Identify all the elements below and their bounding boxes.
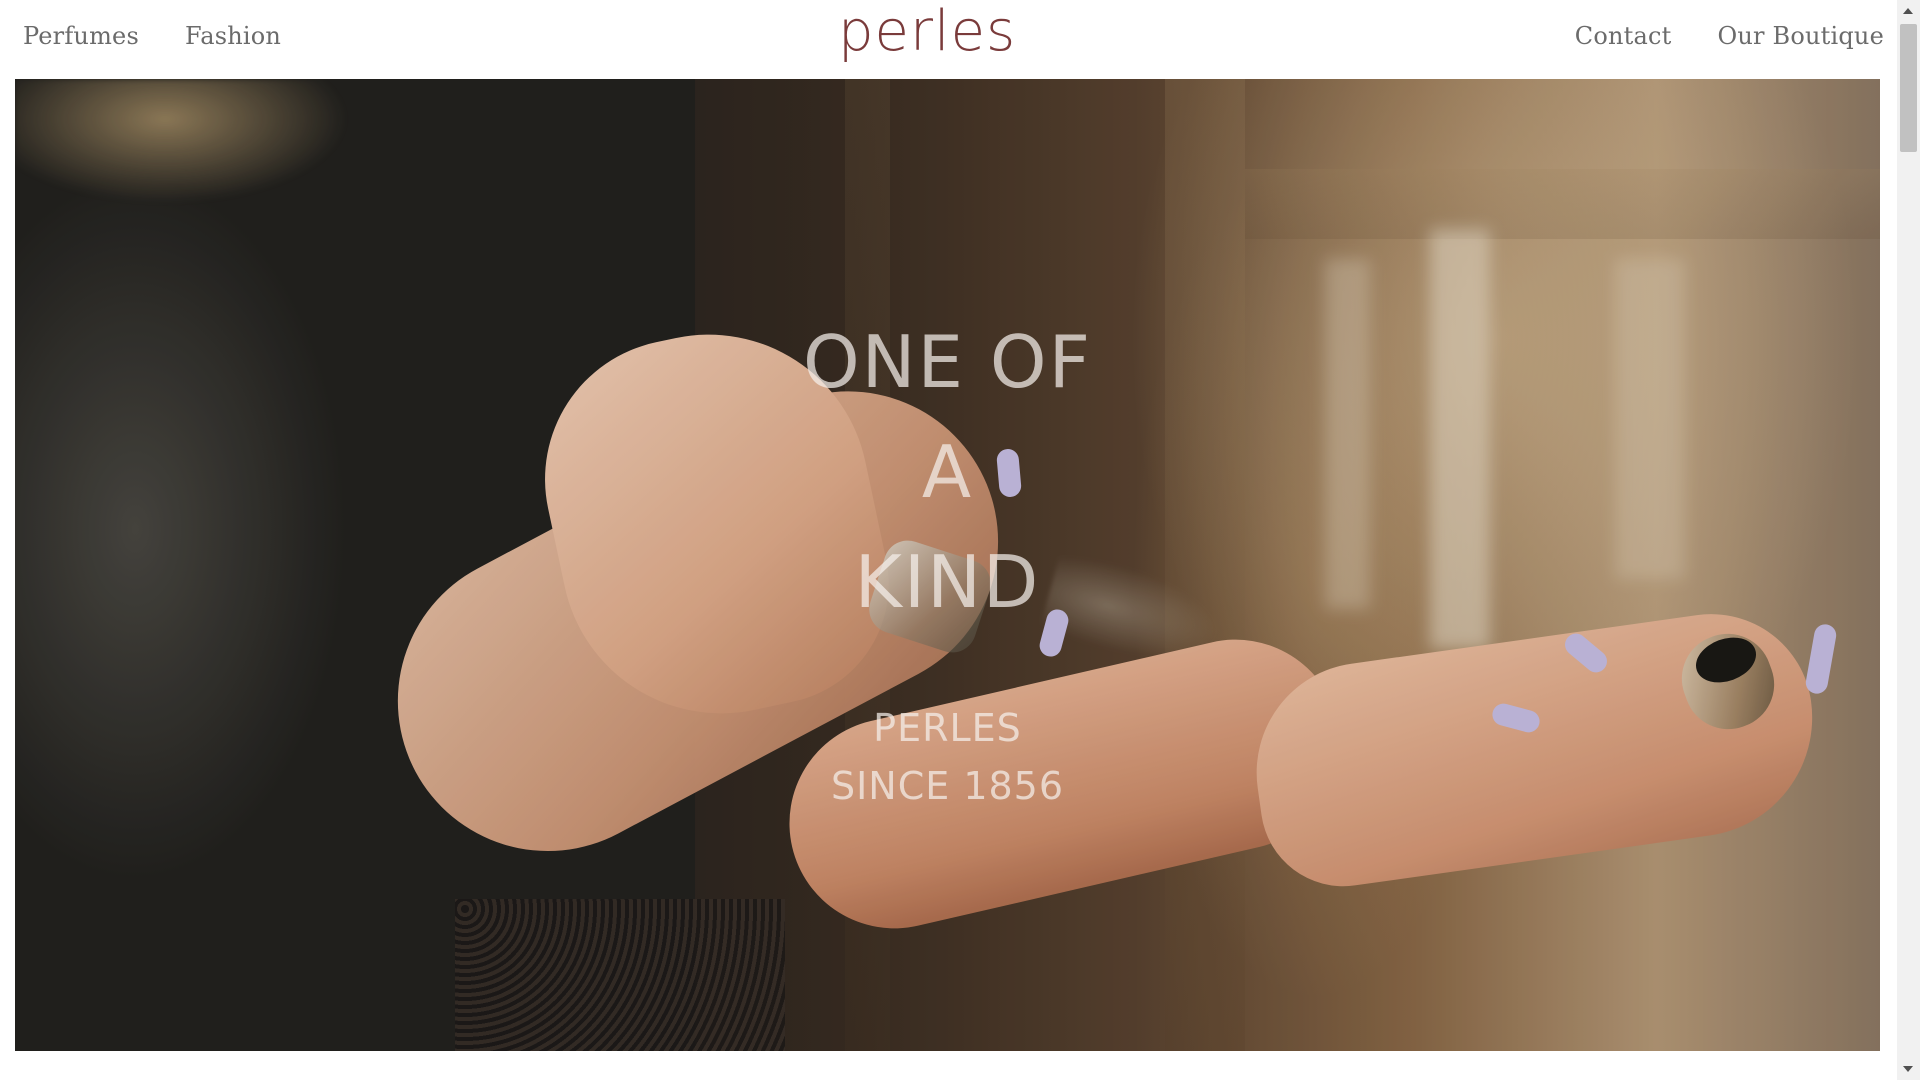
scroll-up-arrow-icon[interactable]: [1903, 8, 1913, 14]
nav-link-our-boutique[interactable]: Our Boutique: [1717, 22, 1884, 50]
hero-subline: PERLES SINCE 1856: [15, 699, 1880, 815]
site-header: Perfumes Fashion perles Contact Our Bout…: [0, 0, 1897, 79]
nav-link-perfumes[interactable]: Perfumes: [23, 22, 139, 50]
nav-link-contact[interactable]: Contact: [1575, 22, 1672, 50]
hero-headline-line-1: ONE OF: [803, 320, 1092, 404]
scrollbar-thumb[interactable]: [1900, 24, 1917, 152]
brand-logo[interactable]: perles: [838, 0, 1016, 65]
hero-headline-line-3: KIND: [854, 540, 1041, 624]
vertical-scrollbar[interactable]: [1897, 0, 1920, 1080]
hero-subline-line-1: PERLES: [873, 706, 1022, 750]
hero-headline-line-2: A: [921, 430, 974, 514]
scroll-down-arrow-icon[interactable]: [1903, 1066, 1913, 1072]
page: Perfumes Fashion perles Contact Our Bout…: [0, 0, 1920, 1080]
hero-headline: ONE OF A KIND: [15, 307, 1880, 637]
hero-subline-line-2: SINCE 1856: [830, 764, 1065, 808]
nav-link-fashion[interactable]: Fashion: [185, 22, 281, 50]
primary-nav: Perfumes Fashion: [23, 22, 281, 50]
hero-banner: ONE OF A KIND PERLES SINCE 1856: [15, 79, 1880, 1051]
secondary-nav: Contact Our Boutique: [1575, 22, 1884, 50]
